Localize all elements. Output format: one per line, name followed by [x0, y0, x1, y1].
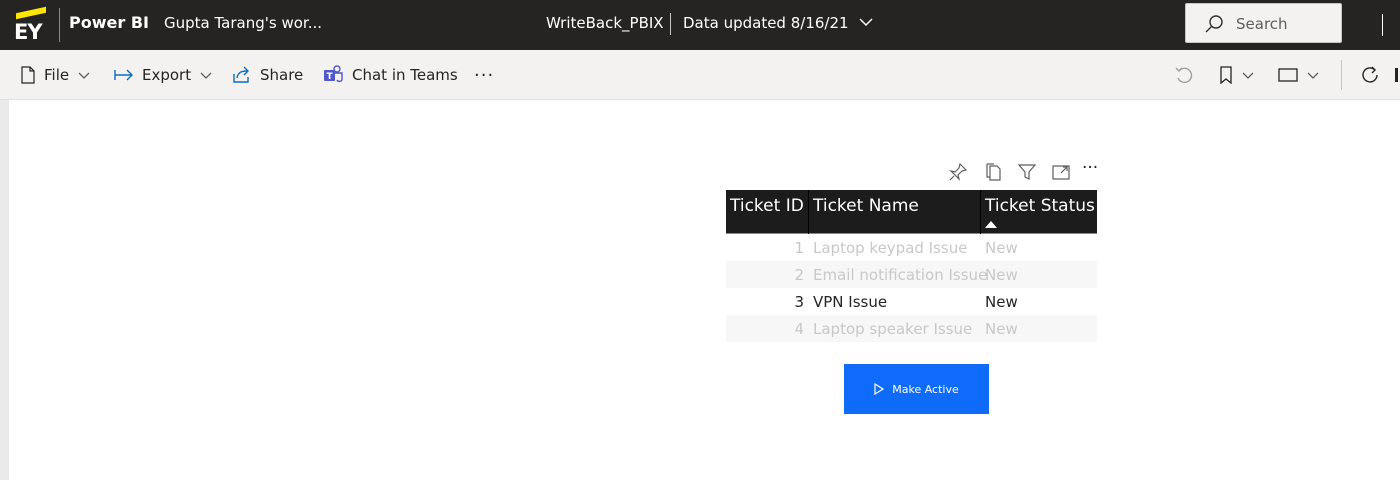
export-menu-label: Export	[142, 66, 192, 84]
cell-ticket-status: New	[985, 320, 1018, 338]
chat-in-teams-button[interactable]: T Chat in Teams	[322, 50, 458, 100]
cell-ticket-status: New	[985, 239, 1018, 257]
focus-mode-icon[interactable]	[1051, 162, 1071, 186]
search-placeholder: Search	[1236, 15, 1288, 33]
table-row[interactable]: 1 Laptop keypad Issue New	[726, 234, 1097, 261]
teams-icon: T	[324, 65, 343, 83]
play-icon	[874, 383, 885, 395]
copy-visual-icon[interactable]	[984, 162, 1004, 186]
tickets-table: Ticket ID Ticket Name Ticket Status 1 La…	[726, 190, 1097, 342]
share-icon	[233, 66, 249, 83]
refresh-button[interactable]	[1360, 50, 1380, 100]
reset-button[interactable]	[1174, 50, 1194, 100]
sort-ascending-icon	[985, 221, 997, 228]
chevron-down-icon	[78, 72, 90, 79]
cell-ticket-name: Laptop speaker Issue	[813, 320, 973, 338]
action-bar-separator	[1341, 60, 1342, 90]
top-header-bar: EY Power BI Gupta Tarang's wor... WriteB…	[0, 0, 1400, 50]
refresh-icon	[1362, 66, 1378, 83]
chevron-down-icon	[200, 72, 212, 79]
header-divider	[59, 8, 60, 42]
chevron-down-icon	[1307, 72, 1319, 79]
cell-ticket-name: Laptop keypad Issue	[813, 239, 968, 257]
table-row[interactable]: 2 Email notification Issue New	[726, 261, 1097, 288]
table-header-row: Ticket ID Ticket Name Ticket Status	[726, 190, 1097, 234]
workspace-name[interactable]: Gupta Tarang's wor...	[164, 14, 322, 32]
canvas-left-edge	[0, 100, 9, 480]
cell-ticket-id: 4	[794, 320, 804, 338]
file-menu-button[interactable]: File	[20, 50, 91, 100]
cell-ticket-name: VPN Issue	[813, 293, 888, 311]
export-menu-button[interactable]: Export	[114, 50, 213, 100]
chat-in-teams-label: Chat in Teams	[352, 66, 458, 84]
more-options-button[interactable]: ···	[474, 50, 494, 100]
export-icon	[114, 69, 133, 81]
reset-icon	[1175, 67, 1193, 84]
power-bi-brand[interactable]: Power BI	[69, 13, 149, 32]
pin-icon[interactable]	[948, 162, 968, 186]
svg-text:T: T	[327, 72, 334, 82]
column-header-ticket-id[interactable]: Ticket ID	[730, 196, 804, 216]
cell-ticket-status: New	[985, 293, 1018, 311]
visual-header-toolbar: ···	[948, 158, 1108, 186]
more-toolbar-icon[interactable]	[1395, 50, 1398, 100]
column-header-ticket-status[interactable]: Ticket Status	[985, 196, 1095, 216]
file-menu-label: File	[44, 66, 70, 84]
ey-logo-beam	[16, 6, 46, 20]
view-icon	[1278, 68, 1298, 82]
filter-icon[interactable]	[1017, 162, 1037, 186]
ey-logo[interactable]: EY	[12, 6, 52, 44]
cell-ticket-status: New	[985, 266, 1018, 284]
action-bar: File Export Share T Chat in Teams ···	[0, 50, 1400, 100]
table-row[interactable]: 4 Laptop speaker Issue New	[726, 315, 1097, 342]
ey-logo-text: EY	[14, 20, 43, 44]
report-title: WriteBack_PBIX	[546, 14, 664, 32]
column-divider	[980, 190, 981, 234]
bookmark-menu-button[interactable]	[1219, 50, 1255, 100]
header-edge-divider	[1382, 14, 1383, 36]
view-menu-button[interactable]	[1278, 50, 1320, 100]
data-updated-label: Data updated 8/16/21	[683, 14, 849, 32]
cell-ticket-id: 2	[794, 266, 804, 284]
search-icon	[1205, 15, 1223, 33]
bookmark-icon	[1220, 66, 1232, 84]
share-button[interactable]: Share	[232, 50, 303, 100]
cell-ticket-id: 3	[794, 293, 804, 311]
chevron-down-icon	[1242, 72, 1254, 79]
column-divider	[808, 190, 809, 234]
cell-ticket-name: Email notification Issue	[813, 266, 988, 284]
search-input[interactable]: Search	[1185, 3, 1342, 43]
cell-ticket-id: 1	[794, 239, 804, 257]
chevron-down-icon[interactable]	[858, 14, 874, 30]
file-icon	[21, 66, 35, 84]
more-icon: ···	[474, 64, 495, 86]
more-options-icon[interactable]: ···	[1082, 158, 1098, 178]
column-header-ticket-name[interactable]: Ticket Name	[813, 196, 919, 216]
make-active-label: Make Active	[892, 382, 959, 396]
title-separator	[670, 13, 671, 35]
table-row-selected[interactable]: 3 VPN Issue New	[726, 288, 1097, 315]
make-active-button[interactable]: Make Active	[844, 364, 989, 414]
share-label: Share	[260, 66, 304, 84]
